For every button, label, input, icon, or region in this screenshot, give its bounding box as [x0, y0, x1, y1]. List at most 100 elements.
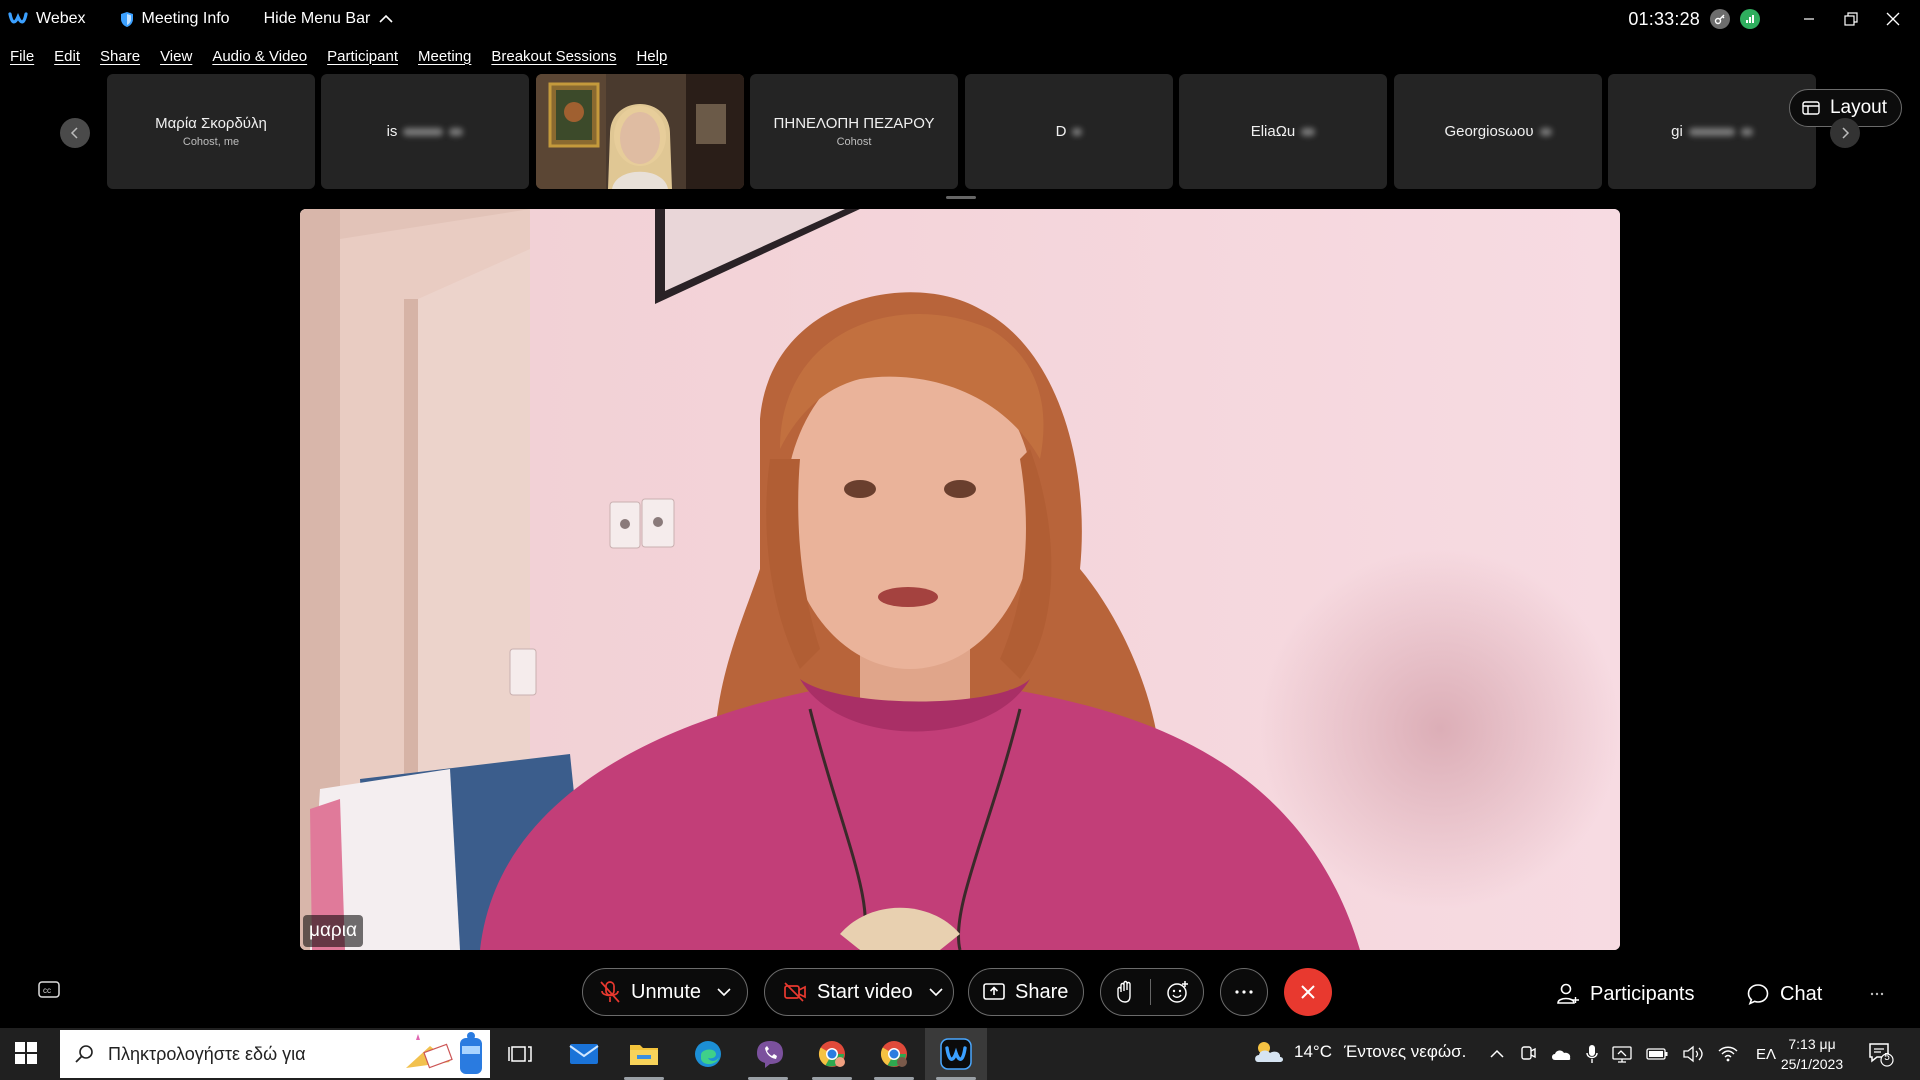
camera-off-icon	[784, 982, 806, 1002]
close-window-button[interactable]	[1874, 0, 1912, 38]
weather-widget[interactable]: 14°C Έντονες νεφώσ.	[1252, 1038, 1466, 1066]
webex-logo-icon	[8, 12, 28, 24]
taskbar-search-input[interactable]: Πληκτρολογήστε εδώ για	[60, 1030, 490, 1078]
folder-icon	[630, 1045, 658, 1065]
svg-text:cc: cc	[43, 986, 51, 995]
chrome-icon	[880, 1041, 907, 1067]
menu-share[interactable]: Share	[100, 48, 140, 65]
more-options-button[interactable]	[1220, 968, 1268, 1016]
participant-tile[interactable]: is	[321, 74, 529, 189]
layout-icon	[1802, 101, 1820, 115]
system-date: 25/1/2023	[1780, 1056, 1844, 1072]
key-icon[interactable]	[1710, 9, 1730, 29]
system-tray: ΕΛ	[1490, 1042, 1776, 1066]
menu-edit[interactable]: Edit	[54, 48, 80, 65]
wifi-icon[interactable]	[1718, 1046, 1738, 1062]
participant-tile[interactable]: D	[965, 74, 1173, 189]
filmstrip-resize-handle[interactable]	[946, 196, 976, 199]
participant-tile[interactable]: Μαρία Σκορδύλη Cohost, me	[107, 74, 315, 189]
network-health-icon[interactable]	[1740, 9, 1760, 29]
volume-icon[interactable]	[1682, 1045, 1704, 1063]
chevron-down-icon[interactable]	[717, 987, 731, 997]
battery-icon[interactable]	[1646, 1048, 1668, 1060]
blurred-name-part	[1301, 127, 1316, 136]
share-screen-icon	[983, 983, 1005, 1000]
webex-app-menu[interactable]: Webex	[8, 10, 86, 28]
start-video-button[interactable]: Start video	[764, 968, 954, 1016]
blurred-name-part	[1740, 127, 1753, 136]
meeting-timer: 01:33:28	[1628, 8, 1700, 29]
blurred-name-part	[1072, 127, 1083, 136]
participant-name: gi	[1671, 123, 1683, 140]
participants-button[interactable]: Participants	[1556, 978, 1695, 1010]
chevron-up-icon[interactable]	[1490, 1049, 1504, 1059]
edge-browser-button[interactable]	[690, 1036, 726, 1072]
active-speaker-video[interactable]	[300, 209, 1620, 950]
participant-tile[interactable]: ΠΗΝΕΛΟΠΗ ΠΕΖΑΡΟΥ Cohost	[750, 74, 958, 189]
chrome-profile-button[interactable]	[876, 1036, 912, 1072]
menu-breakout-sessions[interactable]: Breakout Sessions	[491, 48, 616, 65]
meeting-info-button[interactable]: Meeting Info	[120, 10, 230, 28]
reactions-icon[interactable]	[1166, 980, 1190, 1004]
microphone-icon[interactable]	[1586, 1044, 1598, 1064]
task-view-button[interactable]	[502, 1036, 538, 1072]
notification-center-button[interactable]: 5	[1868, 1041, 1894, 1072]
close-icon	[1886, 12, 1900, 26]
filmstrip-prev-button[interactable]	[60, 118, 90, 148]
chat-button[interactable]: Chat	[1746, 978, 1822, 1010]
search-placeholder: Πληκτρολογήστε εδώ για	[108, 1043, 306, 1064]
unmute-label: Unmute	[631, 980, 702, 1003]
leave-meeting-button[interactable]	[1284, 968, 1332, 1016]
participant-video-tile[interactable]	[536, 74, 744, 189]
onedrive-cloud-icon[interactable]	[1550, 1047, 1572, 1061]
hide-menu-label: Hide Menu Bar	[263, 10, 371, 27]
menu-help[interactable]: Help	[636, 48, 667, 65]
file-explorer-button[interactable]	[626, 1036, 662, 1072]
viber-app-button[interactable]	[752, 1036, 788, 1072]
divider	[1149, 979, 1151, 1005]
menu-participant[interactable]: Participant	[327, 48, 398, 65]
menu-file[interactable]: File	[10, 48, 34, 65]
unmute-button[interactable]: Unmute	[582, 968, 748, 1016]
share-label: Share	[1015, 980, 1069, 1003]
windows-logo-icon	[15, 1042, 37, 1064]
participant-tile[interactable]: gi	[1608, 74, 1816, 189]
shield-icon	[120, 11, 133, 27]
menu-view[interactable]: View	[160, 48, 192, 65]
more-horizontal-icon	[1870, 992, 1884, 996]
participant-role: Cohost	[836, 136, 872, 148]
chrome-browser-button[interactable]	[814, 1036, 850, 1072]
panel-more-button[interactable]	[1870, 978, 1894, 1010]
closed-captions-icon: cc	[38, 981, 60, 998]
restore-button[interactable]	[1832, 0, 1870, 38]
system-clock[interactable]: 7:13 μμ 25/1/2023	[1770, 1034, 1854, 1074]
speaker-name-label: μαρια	[303, 915, 363, 947]
participants-icon	[1557, 983, 1579, 1004]
menu-audio-video[interactable]: Audio & Video	[212, 48, 307, 65]
notification-count: 5	[1884, 1052, 1890, 1063]
edge-icon	[695, 1041, 721, 1067]
vpn-network-icon[interactable]	[1612, 1045, 1632, 1063]
participant-name: Μαρία Σκορδύλη	[155, 115, 267, 132]
meeting-info-label: Meeting Info	[141, 10, 230, 27]
chevron-right-icon	[1842, 127, 1850, 139]
start-button[interactable]	[14, 1041, 38, 1070]
menu-meeting[interactable]: Meeting	[418, 48, 471, 65]
cloudy-weather-icon	[1255, 1042, 1283, 1062]
closed-captions-button[interactable]: cc	[38, 981, 60, 1004]
share-button[interactable]: Share	[968, 968, 1084, 1016]
raise-hand-icon[interactable]	[1115, 980, 1135, 1004]
filmstrip-next-button[interactable]	[1830, 118, 1860, 148]
speaker-video-frame	[300, 209, 1620, 950]
meet-now-icon[interactable]	[1520, 1045, 1536, 1063]
chevron-down-icon[interactable]	[929, 987, 943, 997]
minimize-button[interactable]	[1790, 0, 1828, 38]
webex-taskbar-button[interactable]	[925, 1028, 987, 1080]
participant-filmstrip: Μαρία Σκορδύλη Cohost, me is ΠΗΝΕΛΟΠΗ ΠΕ…	[0, 74, 1920, 190]
close-icon	[1301, 985, 1315, 999]
participant-tile[interactable]: Georgiosωου	[1394, 74, 1602, 189]
hide-menu-bar-button[interactable]: Hide Menu Bar	[264, 10, 395, 28]
participant-tile[interactable]: EliaΩu	[1179, 74, 1387, 189]
mail-app-button[interactable]	[566, 1036, 602, 1072]
chevron-left-icon	[70, 127, 78, 139]
